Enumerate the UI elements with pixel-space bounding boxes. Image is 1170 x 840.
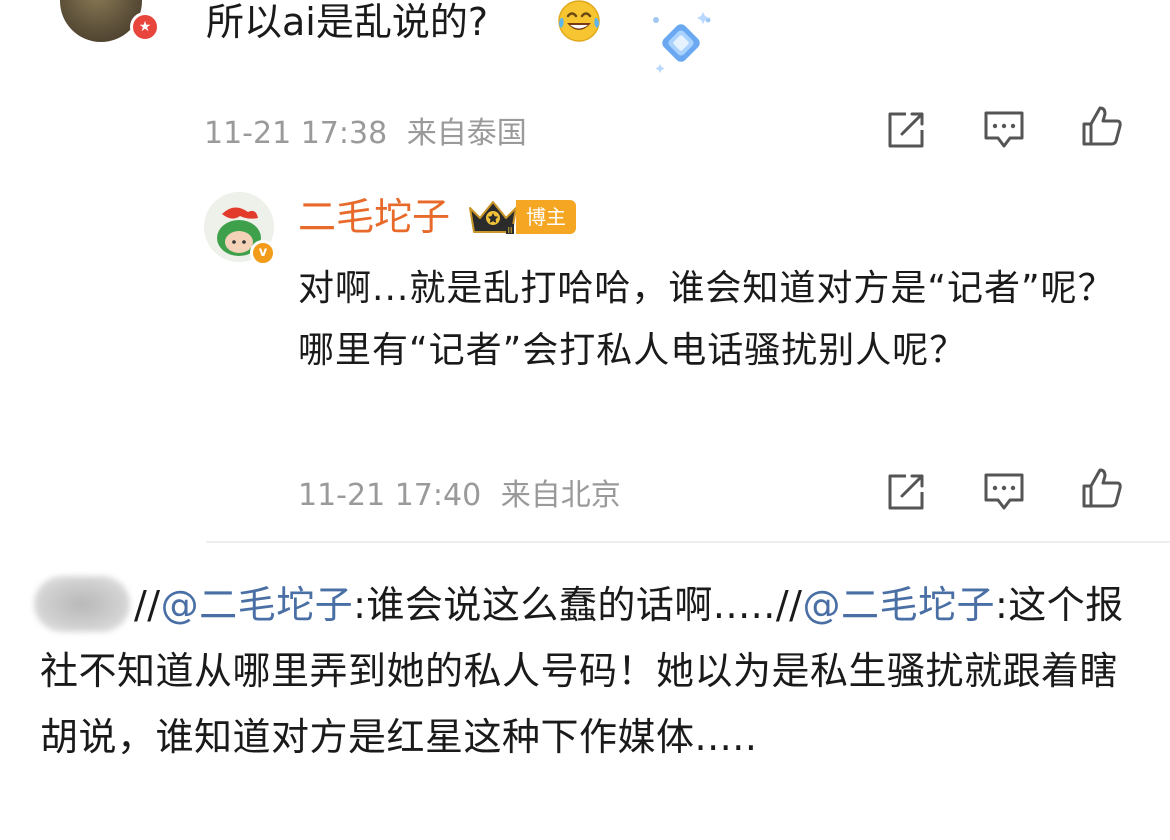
avatar[interactable] — [60, 0, 142, 42]
share-icon[interactable] — [884, 470, 928, 514]
svg-text:II: II — [508, 226, 513, 235]
comment-text: 所以ai是乱说的? — [206, 0, 489, 44]
mention-link[interactable]: @二毛坨子 — [161, 583, 354, 627]
location: 来自泰国 — [406, 116, 527, 151]
timestamp: 11-21 17:40 — [298, 478, 482, 513]
comment-text: //@二毛坨子:谁会说这么蠢的话啊.....//@二毛坨子:这个报社不知道从哪里… — [40, 572, 1140, 770]
comment-fragment: :谁会说这么蠢的话啊..... — [353, 583, 776, 627]
laughing-tears-emoji — [558, 0, 600, 42]
username[interactable]: 二毛坨子 — [298, 192, 450, 242]
crown-icon: II — [469, 201, 517, 235]
verified-badge: v — [250, 240, 276, 266]
comment-icon[interactable] — [982, 108, 1026, 152]
comment-icon[interactable] — [982, 470, 1026, 514]
host-badge: 博主 — [516, 200, 576, 234]
star-badge-icon: ★ — [130, 12, 160, 42]
location: 来自北京 — [500, 478, 621, 513]
repost-prefix: // — [134, 583, 161, 627]
reply-text: 对啊...就是乱打哈哈，谁会知道对方是“记者”呢？哪里有“记者”会打私人电话骚扰… — [298, 268, 1115, 371]
thumbs-up-icon[interactable] — [1080, 104, 1124, 148]
share-icon[interactable] — [884, 108, 928, 152]
repost-prefix: // — [775, 583, 803, 627]
timestamp: 11-21 17:38 — [204, 116, 388, 151]
thumbs-up-icon[interactable] — [1080, 466, 1124, 510]
comment-meta: 11-21 17:38 来自泰国 — [204, 108, 527, 152]
blue-diamond-sticker — [653, 12, 711, 73]
mention-link[interactable]: @二毛坨子 — [802, 583, 995, 627]
divider — [206, 541, 1170, 543]
comment-meta: 11-21 17:40 来自北京 — [298, 470, 621, 514]
